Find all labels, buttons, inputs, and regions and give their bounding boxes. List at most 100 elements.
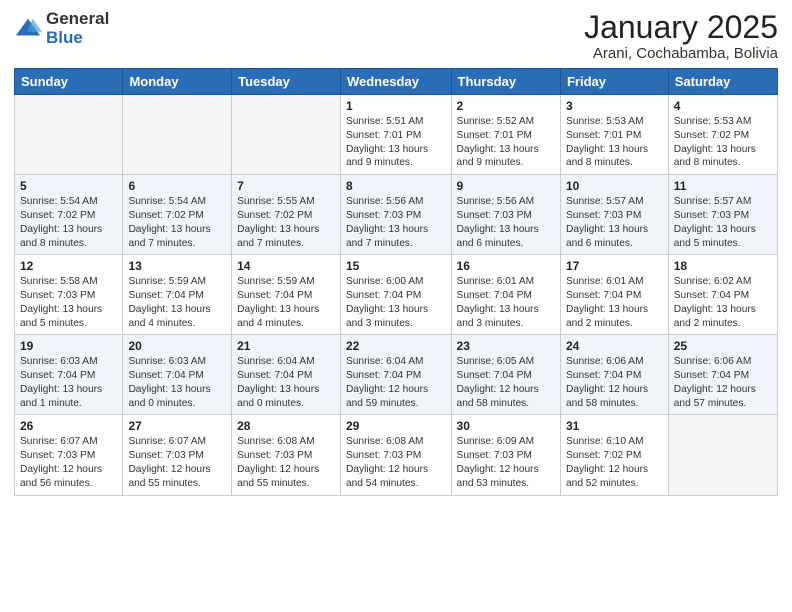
table-row: 22 Sunrise: 6:04 AM Sunset: 7:04 PM Dayli… — [340, 335, 451, 415]
table-row — [15, 95, 123, 175]
day-number: 31 — [566, 419, 663, 433]
day-number: 23 — [457, 339, 555, 353]
table-row: 21 Sunrise: 6:04 AM Sunset: 7:04 PM Dayli… — [232, 335, 341, 415]
page: General Blue January 2025 Arani, Cochaba… — [0, 0, 792, 612]
table-row: 30 Sunrise: 6:09 AM Sunset: 7:03 PM Dayli… — [451, 415, 560, 495]
day-number: 6 — [128, 179, 226, 193]
table-row: 18 Sunrise: 6:02 AM Sunset: 7:04 PM Dayli… — [668, 255, 777, 335]
location-title: Arani, Cochabamba, Bolivia — [584, 45, 778, 62]
day-number: 15 — [346, 259, 446, 273]
table-row: 9Sunrise: 5:56 AM Sunset: 7:03 PM Daylig… — [451, 175, 560, 255]
day-number: 3 — [566, 99, 663, 113]
day-info: Sunrise: 5:55 AM Sunset: 7:02 PM Dayligh… — [237, 195, 335, 250]
table-row — [123, 95, 232, 175]
day-number: 1 — [346, 99, 446, 113]
day-info: Sunrise: 6:08 AM Sunset: 7:03 PM Dayligh… — [237, 435, 335, 490]
day-info: Sunrise: 6:07 AM Sunset: 7:03 PM Dayligh… — [20, 435, 117, 490]
day-info: Sunrise: 6:06 AM Sunset: 7:04 PM Dayligh… — [674, 355, 772, 410]
day-number: 29 — [346, 419, 446, 433]
day-number: 22 — [346, 339, 446, 353]
day-info: Sunrise: 6:00 AM Sunset: 7:04 PM Dayligh… — [346, 275, 446, 330]
day-info: Sunrise: 6:03 AM Sunset: 7:04 PM Dayligh… — [20, 355, 117, 410]
table-row: 23 Sunrise: 6:05 AM Sunset: 7:04 PM Dayli… — [451, 335, 560, 415]
day-number: 8 — [346, 179, 446, 193]
table-row: 11 Sunrise: 5:57 AM Sunset: 7:03 PM Dayli… — [668, 175, 777, 255]
week-row-5: 26Sunrise: 6:07 AM Sunset: 7:03 PM Dayli… — [15, 415, 778, 495]
day-info: Sunrise: 6:03 AM Sunset: 7:04 PM Dayligh… — [128, 355, 226, 410]
col-saturday: Saturday — [668, 69, 777, 95]
table-row: 13 Sunrise: 5:59 AM Sunset: 7:04 PM Dayli… — [123, 255, 232, 335]
day-info: Sunrise: 6:01 AM Sunset: 7:04 PM Dayligh… — [457, 275, 555, 330]
title-block: January 2025 Arani, Cochabamba, Bolivia — [584, 10, 778, 62]
week-row-2: 5Sunrise: 5:54 AM Sunset: 7:02 PM Daylig… — [15, 175, 778, 255]
day-info: Sunrise: 5:53 AM Sunset: 7:01 PM Dayligh… — [566, 115, 663, 170]
day-info: Sunrise: 5:54 AM Sunset: 7:02 PM Dayligh… — [128, 195, 226, 250]
day-number: 30 — [457, 419, 555, 433]
day-number: 10 — [566, 179, 663, 193]
week-row-3: 12 Sunrise: 5:58 AM Sunset: 7:03 PM Dayli… — [15, 255, 778, 335]
day-info: Sunrise: 5:59 AM Sunset: 7:04 PM Dayligh… — [128, 275, 226, 330]
week-row-4: 19Sunrise: 6:03 AM Sunset: 7:04 PM Dayli… — [15, 335, 778, 415]
day-info: Sunrise: 6:10 AM Sunset: 7:02 PM Dayligh… — [566, 435, 663, 490]
logo-icon — [14, 15, 42, 43]
table-row — [232, 95, 341, 175]
day-info: Sunrise: 5:56 AM Sunset: 7:03 PM Dayligh… — [457, 195, 555, 250]
table-row: 14 Sunrise: 5:59 AM Sunset: 7:04 PM Dayli… — [232, 255, 341, 335]
col-friday: Friday — [560, 69, 668, 95]
day-number: 28 — [237, 419, 335, 433]
day-number: 11 — [674, 179, 772, 193]
col-sunday: Sunday — [15, 69, 123, 95]
table-row: 28 Sunrise: 6:08 AM Sunset: 7:03 PM Dayli… — [232, 415, 341, 495]
table-row: 10 Sunrise: 5:57 AM Sunset: 7:03 PM Dayli… — [560, 175, 668, 255]
day-number: 21 — [237, 339, 335, 353]
logo-general-text: General — [46, 10, 109, 29]
day-info: Sunrise: 5:58 AM Sunset: 7:03 PM Dayligh… — [20, 275, 117, 330]
day-info: Sunrise: 6:04 AM Sunset: 7:04 PM Dayligh… — [346, 355, 446, 410]
table-row: 29 Sunrise: 6:08 AM Sunset: 7:03 PM Dayli… — [340, 415, 451, 495]
table-row — [668, 415, 777, 495]
day-number: 24 — [566, 339, 663, 353]
day-number: 25 — [674, 339, 772, 353]
day-number: 12 — [20, 259, 117, 273]
day-info: Sunrise: 5:57 AM Sunset: 7:03 PM Dayligh… — [674, 195, 772, 250]
day-number: 18 — [674, 259, 772, 273]
logo-text: General Blue — [46, 10, 109, 47]
day-number: 20 — [128, 339, 226, 353]
day-info: Sunrise: 6:02 AM Sunset: 7:04 PM Dayligh… — [674, 275, 772, 330]
day-number: 13 — [128, 259, 226, 273]
col-monday: Monday — [123, 69, 232, 95]
table-row: 2Sunrise: 5:52 AM Sunset: 7:01 PM Daylig… — [451, 95, 560, 175]
table-row: 20 Sunrise: 6:03 AM Sunset: 7:04 PM Dayli… — [123, 335, 232, 415]
day-info: Sunrise: 5:59 AM Sunset: 7:04 PM Dayligh… — [237, 275, 335, 330]
table-row: 24 Sunrise: 6:06 AM Sunset: 7:04 PM Dayli… — [560, 335, 668, 415]
day-info: Sunrise: 6:07 AM Sunset: 7:03 PM Dayligh… — [128, 435, 226, 490]
calendar-header-row: Sunday Monday Tuesday Wednesday Thursday… — [15, 69, 778, 95]
day-number: 17 — [566, 259, 663, 273]
table-row: 26Sunrise: 6:07 AM Sunset: 7:03 PM Dayli… — [15, 415, 123, 495]
day-info: Sunrise: 6:05 AM Sunset: 7:04 PM Dayligh… — [457, 355, 555, 410]
day-info: Sunrise: 6:09 AM Sunset: 7:03 PM Dayligh… — [457, 435, 555, 490]
day-number: 16 — [457, 259, 555, 273]
table-row: 31 Sunrise: 6:10 AM Sunset: 7:02 PM Dayli… — [560, 415, 668, 495]
logo: General Blue — [14, 10, 109, 47]
day-info: Sunrise: 6:04 AM Sunset: 7:04 PM Dayligh… — [237, 355, 335, 410]
table-row: 6 Sunrise: 5:54 AM Sunset: 7:02 PM Daylig… — [123, 175, 232, 255]
day-info: Sunrise: 6:01 AM Sunset: 7:04 PM Dayligh… — [566, 275, 663, 330]
day-info: Sunrise: 5:57 AM Sunset: 7:03 PM Dayligh… — [566, 195, 663, 250]
table-row: 17 Sunrise: 6:01 AM Sunset: 7:04 PM Dayli… — [560, 255, 668, 335]
table-row: 4Sunrise: 5:53 AM Sunset: 7:02 PM Daylig… — [668, 95, 777, 175]
day-info: Sunrise: 5:51 AM Sunset: 7:01 PM Dayligh… — [346, 115, 446, 170]
day-number: 14 — [237, 259, 335, 273]
day-info: Sunrise: 6:06 AM Sunset: 7:04 PM Dayligh… — [566, 355, 663, 410]
table-row: 7Sunrise: 5:55 AM Sunset: 7:02 PM Daylig… — [232, 175, 341, 255]
day-info: Sunrise: 5:56 AM Sunset: 7:03 PM Dayligh… — [346, 195, 446, 250]
header: General Blue January 2025 Arani, Cochaba… — [14, 10, 778, 62]
calendar-table: Sunday Monday Tuesday Wednesday Thursday… — [14, 68, 778, 495]
week-row-1: 1 Sunrise: 5:51 AM Sunset: 7:01 PM Daylig… — [15, 95, 778, 175]
table-row: 1 Sunrise: 5:51 AM Sunset: 7:01 PM Daylig… — [340, 95, 451, 175]
day-number: 4 — [674, 99, 772, 113]
day-info: Sunrise: 6:08 AM Sunset: 7:03 PM Dayligh… — [346, 435, 446, 490]
month-title: January 2025 — [584, 10, 778, 45]
table-row: 16 Sunrise: 6:01 AM Sunset: 7:04 PM Dayli… — [451, 255, 560, 335]
day-number: 27 — [128, 419, 226, 433]
